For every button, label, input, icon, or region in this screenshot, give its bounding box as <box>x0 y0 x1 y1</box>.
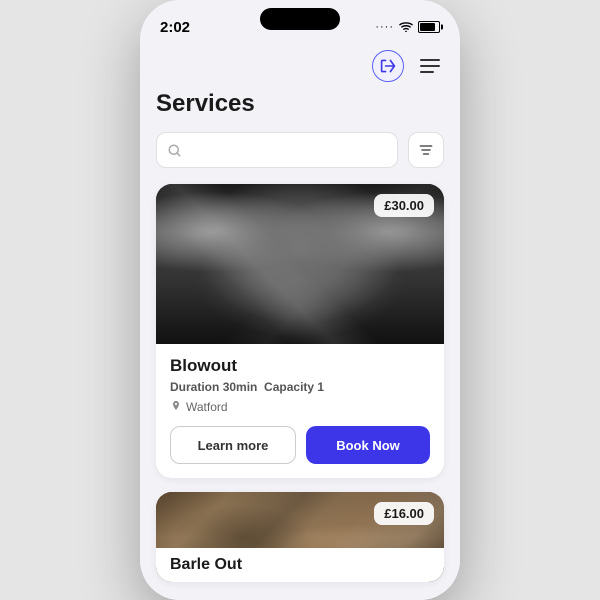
search-row <box>156 132 444 168</box>
location-pin-icon <box>170 401 182 413</box>
hamburger-line-1 <box>420 59 440 61</box>
status-icons: ···· <box>375 21 440 33</box>
search-icon <box>167 143 182 158</box>
battery-icon <box>418 21 440 33</box>
page-title: Services <box>156 90 444 118</box>
price-badge-curl: £16.00 <box>374 502 434 525</box>
learn-more-button[interactable]: Learn more <box>170 426 296 464</box>
card-image-blowout: £30.00 <box>156 184 444 344</box>
card-meta-blowout: Duration 30min Capacity 1 <box>170 380 430 394</box>
hamburger-line-2 <box>420 65 440 67</box>
phone-frame: 2:02 ···· <box>140 0 460 600</box>
status-time: 2:02 <box>160 19 190 36</box>
login-button[interactable] <box>372 50 404 82</box>
service-card-blowout: £30.00 Blowout Duration 30min Capacity 1… <box>156 184 444 478</box>
capacity-value: 1 <box>317 380 324 394</box>
hamburger-line-3 <box>420 71 434 73</box>
service-card-curl: £16.00 Barle Out <box>156 492 444 582</box>
book-now-button[interactable]: Book Now <box>306 426 430 464</box>
card-actions-blowout: Learn more Book Now <box>170 426 430 464</box>
duration-label: Duration <box>170 380 219 394</box>
filter-icon <box>418 142 434 158</box>
duration-value: 30min <box>223 380 258 394</box>
wifi-icon <box>399 22 413 32</box>
menu-button[interactable] <box>416 55 444 77</box>
card-location-blowout: Watford <box>170 400 430 414</box>
notch <box>260 8 340 30</box>
signal-dots-icon: ···· <box>375 21 394 33</box>
card-title-blowout: Blowout <box>170 356 430 376</box>
main-content: Services £30.00 <box>140 90 460 600</box>
price-badge-blowout: £30.00 <box>374 194 434 217</box>
curl-card-title: Barle Out <box>156 548 444 582</box>
status-bar: 2:02 ···· <box>140 0 460 44</box>
filter-button[interactable] <box>408 132 444 168</box>
top-nav <box>140 44 460 90</box>
card-body-blowout: Blowout Duration 30min Capacity 1 Watfor… <box>156 344 444 478</box>
search-box[interactable] <box>156 132 398 168</box>
location-text: Watford <box>186 400 228 414</box>
login-icon <box>380 58 396 74</box>
capacity-label: Capacity <box>264 380 314 394</box>
